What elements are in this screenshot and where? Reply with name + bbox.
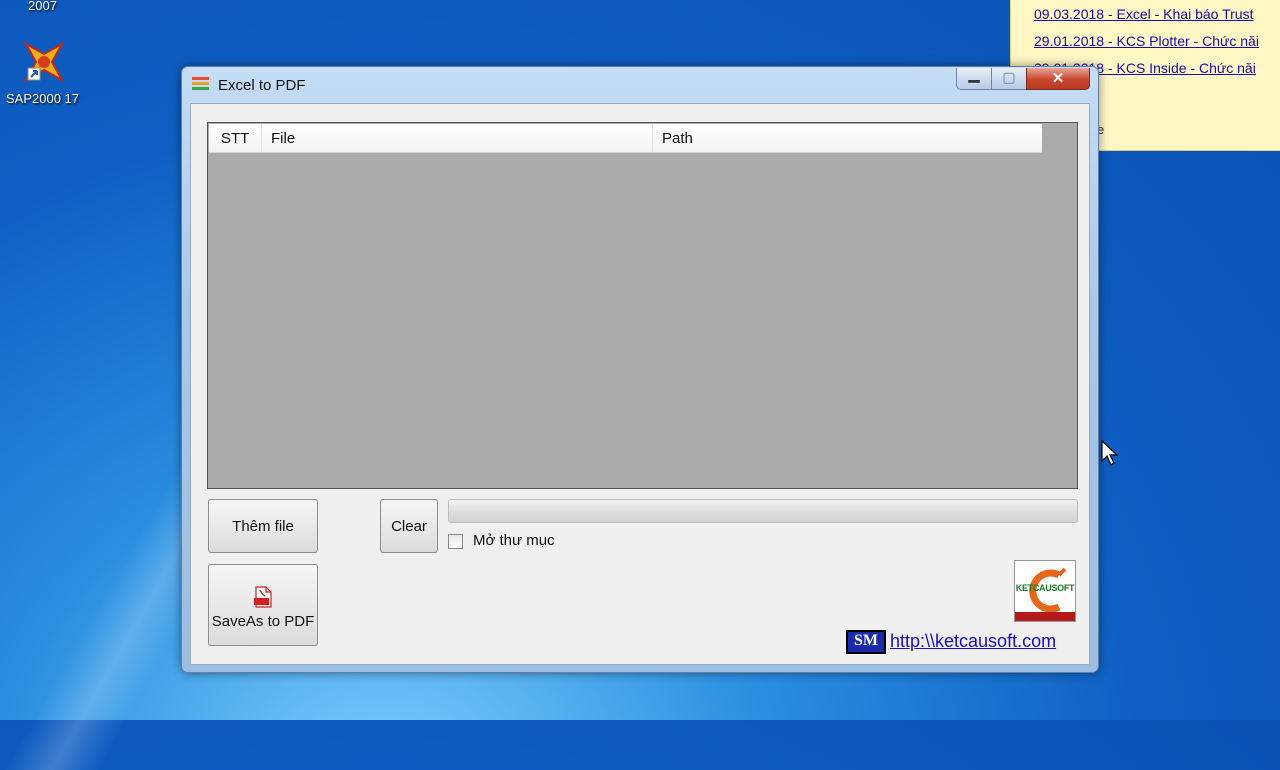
save-as-pdf-label: SaveAs to PDF (211, 612, 315, 630)
desktop-icon-label-sap2000: SAP2000 17 (6, 91, 80, 106)
column-header-path[interactable]: Path (662, 130, 693, 147)
open-folder-checkbox[interactable] (448, 534, 463, 549)
app-icon (192, 77, 209, 90)
ketcausoft-logo-text: KETCAUSOFT (1015, 583, 1075, 593)
open-folder-label[interactable]: Mở thư mục (473, 532, 555, 549)
excel-to-pdf-window: Excel to PDF ▁ ▢ ✕ STT File Path Thêm fi… (181, 66, 1099, 673)
column-header-stt[interactable]: STT (221, 130, 249, 147)
window-client-area: STT File Path Thêm file Clear Mở thư mục… (190, 103, 1090, 665)
maximize-button[interactable]: ▢ (991, 68, 1027, 90)
ketcausoft-website-link[interactable]: http:\\ketcausoft.com (890, 631, 1056, 652)
mouse-cursor-icon (1101, 440, 1119, 466)
title-bar[interactable]: Excel to PDF ▁ ▢ ✕ (182, 66, 1098, 103)
conversion-progress-bar (448, 499, 1078, 523)
notification-link-1[interactable]: 09.03.2018 - Excel - Khai báo Trust (1034, 6, 1253, 22)
logo-red-bar (1015, 612, 1075, 621)
pdf-icon (254, 585, 272, 608)
notification-link-2[interactable]: 29.01.2018 - KCS Plotter - Chức năi (1034, 33, 1259, 49)
minimize-icon: ▁ (968, 66, 980, 82)
list-header: STT File Path (209, 124, 1042, 153)
maximize-icon: ▢ (1002, 69, 1016, 85)
window-title: Excel to PDF (218, 77, 306, 94)
save-as-pdf-button[interactable]: SaveAs to PDF (208, 564, 318, 646)
minimize-button[interactable]: ▁ (956, 66, 992, 90)
column-separator[interactable] (261, 124, 262, 152)
sap2000-icon (23, 41, 65, 83)
sm-badge-text: SM (854, 632, 878, 649)
add-file-button[interactable]: Thêm file (208, 499, 318, 553)
file-list-view[interactable]: STT File Path (207, 122, 1078, 489)
desktop-icon-label-2007: 2007 (28, 0, 57, 13)
clear-button[interactable]: Clear (380, 499, 438, 553)
column-separator[interactable] (652, 124, 653, 152)
sap2000-desktop-icon[interactable] (22, 40, 66, 84)
close-button[interactable]: ✕ (1026, 68, 1090, 90)
close-icon: ✕ (1051, 70, 1065, 87)
sm-badge: SM (846, 630, 886, 654)
ketcausoft-logo: KETCAUSOFT (1014, 560, 1076, 622)
column-header-file[interactable]: File (271, 130, 295, 147)
